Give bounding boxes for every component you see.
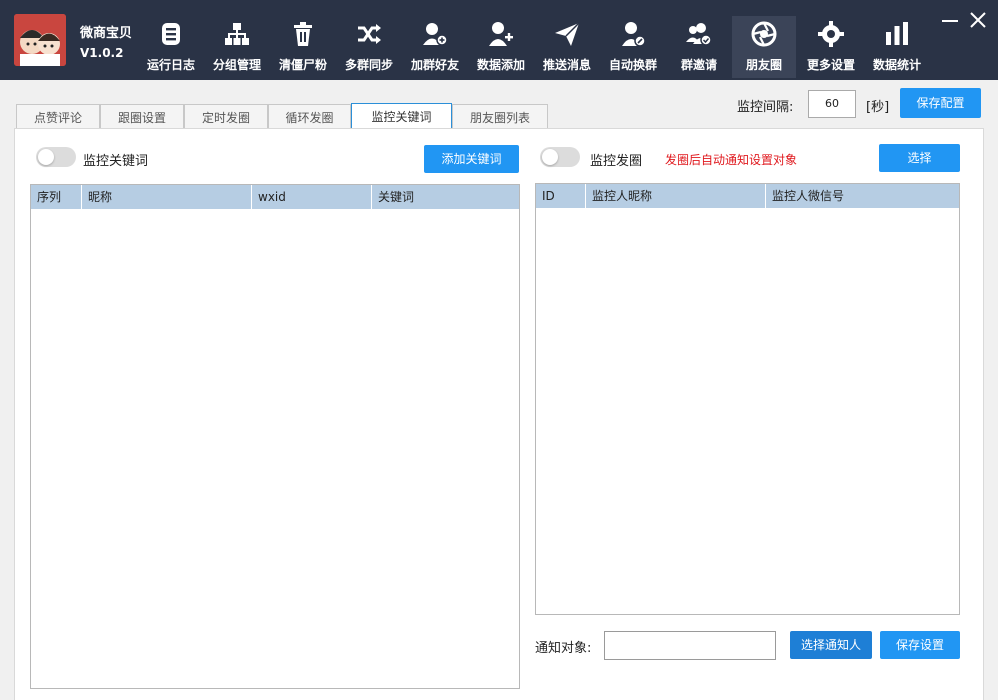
tab-like-comment[interactable]: 点赞评论 (16, 104, 100, 130)
nav-label: 朋友圈 (745, 58, 782, 72)
notify-target-input[interactable] (604, 631, 776, 660)
shuffle-icon (358, 24, 381, 44)
monitor-keywords-label: 监控关键词 (83, 154, 149, 169)
nav-add-group-friend[interactable]: 加群好友 (404, 16, 466, 78)
save-settings-button[interactable]: 保存设置 (880, 631, 960, 659)
tab-scheduled-post[interactable]: 定时发圈 (184, 104, 268, 130)
trash-icon (294, 22, 312, 46)
column-header-index[interactable]: 序列 (31, 185, 82, 209)
monitor-person-table-header: ID 监控人昵称 监控人微信号 (536, 184, 959, 208)
log-list-icon (162, 23, 180, 45)
nav-data-stats[interactable]: 数据统计 (866, 16, 928, 78)
add-keyword-button[interactable]: 添加关键词 (424, 145, 519, 173)
app-version: V1.0.2 (80, 46, 124, 60)
nav-label: 数据统计 (872, 58, 921, 72)
close-icon[interactable] (968, 10, 988, 30)
app-logo (14, 14, 66, 66)
group-check-icon (686, 23, 712, 46)
nav-label: 推送消息 (542, 58, 591, 72)
monitor-person-table[interactable]: ID 监控人昵称 监控人微信号 (535, 183, 960, 615)
bar-chart-icon (886, 22, 908, 45)
notify-hint-text: 发圈后自动通知设置对象 (665, 153, 798, 167)
nav-run-log[interactable]: 运行日志 (140, 16, 202, 78)
top-toolbar: 微商宝贝 V1.0.2 运行日志 分组管理 清僵尸粉 多群同步 加群好友 数据添… (0, 0, 998, 80)
app-name: 微商宝贝 (80, 26, 133, 41)
column-header-wxid[interactable]: wxid (252, 185, 372, 209)
select-notify-person-button[interactable]: 选择通知人 (790, 631, 872, 659)
gear-icon (818, 21, 844, 47)
nav-more-settings[interactable]: 更多设置 (800, 16, 862, 78)
minimize-icon[interactable] (940, 12, 960, 32)
nav-multi-group-sync[interactable]: 多群同步 (338, 16, 400, 78)
column-header-monitor-wechat-id[interactable]: 监控人微信号 (766, 184, 959, 208)
nav-label: 分组管理 (212, 58, 261, 72)
keyword-table-header: 序列 昵称 wxid 关键词 (31, 185, 519, 209)
column-header-monitor-nickname[interactable]: 监控人昵称 (586, 184, 766, 208)
monitor-interval-input[interactable]: 60 (808, 90, 856, 118)
monitor-keywords-toggle[interactable] (36, 147, 76, 167)
add-user-icon (489, 22, 513, 46)
nav-group-invite[interactable]: 群邀请 (668, 16, 730, 78)
nav-group-manage[interactable]: 分组管理 (206, 16, 268, 78)
tab-loop-post[interactable]: 循环发圈 (268, 104, 351, 130)
add-friend-icon (423, 23, 448, 46)
monitor-interval-label: 监控间隔: (737, 100, 794, 115)
send-plane-icon (555, 22, 580, 46)
monitor-post-toggle[interactable] (540, 147, 580, 167)
nav-moments[interactable]: 朋友圈 (732, 16, 796, 78)
nav-label: 加群好友 (410, 58, 459, 72)
nav-auto-switch-group[interactable]: 自动换群 (602, 16, 664, 78)
monitor-post-label: 监控发圈 (590, 154, 643, 169)
tab-moments-list[interactable]: 朋友圈列表 (452, 104, 548, 130)
column-header-keyword[interactable]: 关键词 (372, 185, 519, 209)
nav-data-add[interactable]: 数据添加 (470, 16, 532, 78)
column-header-nickname[interactable]: 昵称 (82, 185, 252, 209)
interval-unit-label: [秒] (866, 100, 890, 115)
user-edit-icon (622, 22, 646, 47)
nav-label: 更多设置 (806, 58, 855, 72)
org-tree-icon (225, 23, 249, 45)
aperture-icon (751, 21, 777, 47)
nav-label: 自动换群 (608, 58, 657, 72)
nav-label: 群邀请 (680, 58, 717, 72)
nav-push-message[interactable]: 推送消息 (536, 16, 598, 78)
cartoon-couple-avatar (14, 14, 66, 66)
nav-clear-zombie[interactable]: 清僵尸粉 (272, 16, 334, 78)
nav-label: 运行日志 (146, 58, 195, 72)
select-button[interactable]: 选择 (879, 144, 960, 172)
nav-label: 多群同步 (344, 58, 393, 72)
nav-label: 数据添加 (476, 58, 525, 72)
column-header-id[interactable]: ID (536, 184, 586, 208)
keyword-table[interactable]: 序列 昵称 wxid 关键词 (30, 184, 520, 689)
save-config-button[interactable]: 保存配置 (900, 88, 981, 118)
tab-monitor-keywords[interactable]: 监控关键词 (351, 103, 452, 131)
nav-label: 清僵尸粉 (278, 58, 327, 72)
notify-target-label: 通知对象: (535, 641, 592, 656)
tab-follow-moments[interactable]: 跟圈设置 (100, 104, 184, 130)
